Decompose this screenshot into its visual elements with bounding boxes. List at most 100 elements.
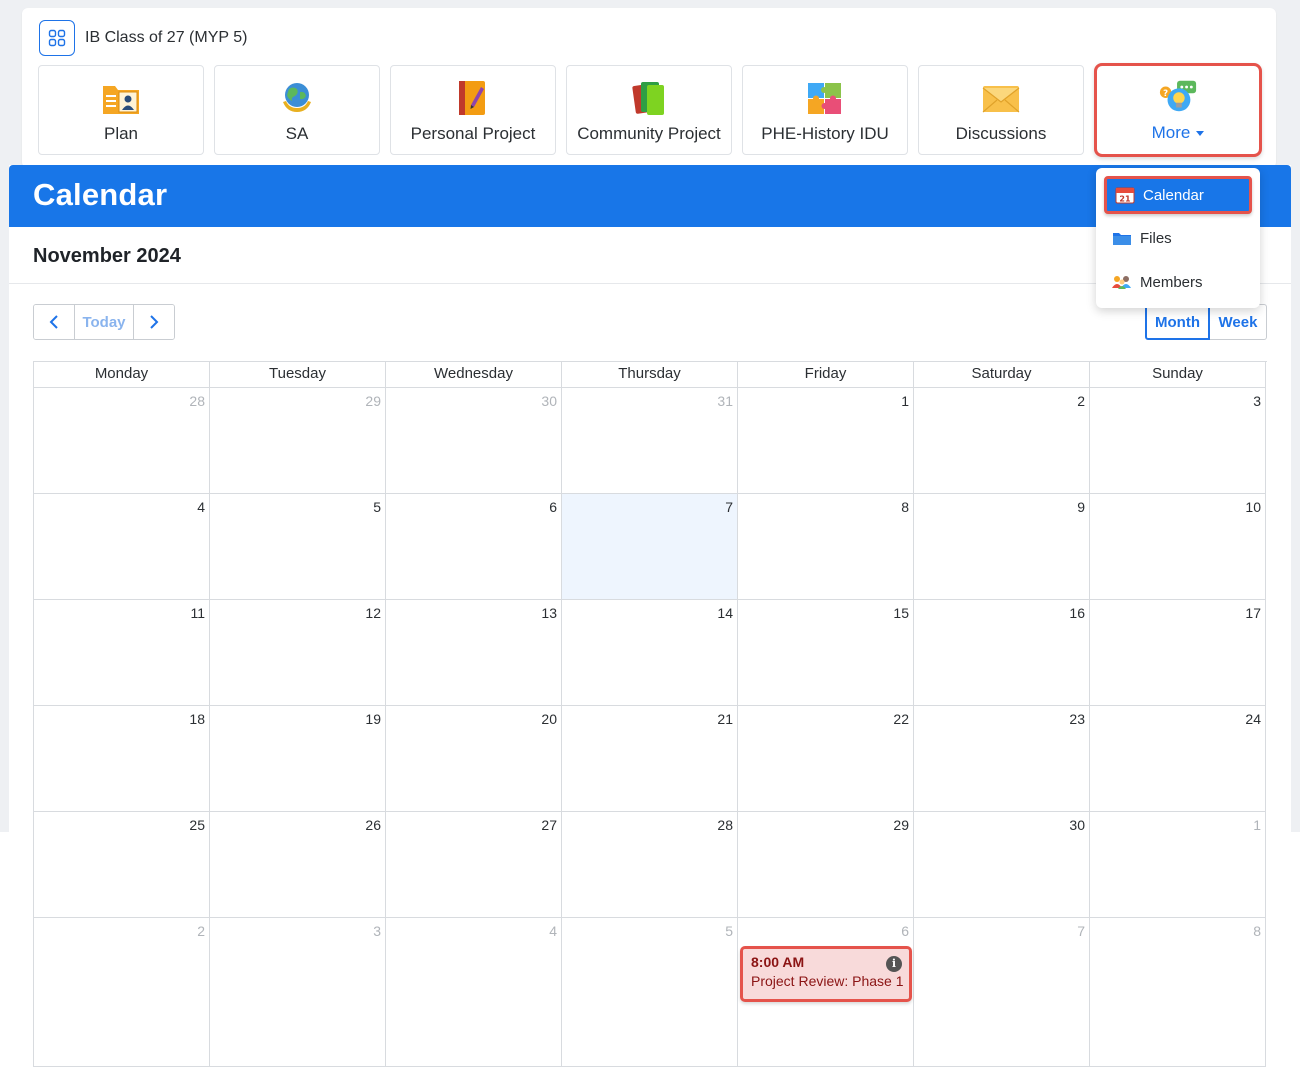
prev-month-button[interactable] [34,305,74,339]
day-number: 18 [189,711,205,727]
tab-personal-project[interactable]: Personal Project [390,65,556,155]
info-icon[interactable]: i [886,956,902,972]
day-cell[interactable]: 14 [562,600,738,706]
next-month-button[interactable] [134,305,174,339]
month-grid: Monday Tuesday Wednesday Thursday Friday… [33,361,1267,1067]
tab-sa[interactable]: SA [214,65,380,155]
dayname: Wednesday [386,362,562,388]
day-cell[interactable]: 16 [914,600,1090,706]
day-cell[interactable]: 22 [738,706,914,812]
menu-item-label: Calendar [1143,186,1204,204]
calendar-icon: 21 [1115,186,1135,204]
day-cell[interactable]: 31 [562,388,738,494]
day-cell[interactable]: 24 [1090,706,1266,812]
day-cell[interactable]: 29 [738,812,914,918]
day-cell[interactable]: 13 [386,600,562,706]
tab-discussions[interactable]: Discussions [918,65,1084,155]
plan-icon [101,78,141,118]
calendar-event[interactable]: 8:00 AM Project Review: Phase 1 i [740,946,912,1002]
menu-item-label: Members [1140,273,1203,291]
day-cell[interactable]: 7 [914,918,1090,1067]
month-view-button[interactable]: Month [1145,304,1210,340]
day-number: 8 [1253,923,1261,939]
day-number: 25 [189,817,205,833]
day-cell[interactable]: 6 8:00 AM Project Review: Phase 1 i [738,918,914,1067]
class-tabs: Plan SA Personal Project Community Proje… [38,63,1262,157]
day-cell[interactable]: 1 [1090,812,1266,918]
day-cell[interactable]: 2 [914,388,1090,494]
tab-label: Personal Project [410,124,536,143]
day-cell[interactable]: 4 [386,918,562,1067]
tab-community-project[interactable]: Community Project [566,65,732,155]
class-header-card: IB Class of 27 (MYP 5) Plan SA Personal … [22,8,1276,168]
day-number: 6 [549,499,557,515]
day-cell[interactable]: 8 [738,494,914,600]
day-cell[interactable]: 6 [386,494,562,600]
tab-label: More [1152,123,1205,143]
envelope-icon [981,78,1021,118]
today-button[interactable]: Today [74,305,134,339]
day-number: 29 [365,393,381,409]
day-cell[interactable]: 26 [210,812,386,918]
menu-item-members[interactable]: Members [1104,263,1252,301]
menu-item-files[interactable]: Files [1104,219,1252,257]
day-cell[interactable]: 28 [562,812,738,918]
day-cell[interactable]: 9 [914,494,1090,600]
day-number: 7 [725,499,733,515]
day-cell[interactable]: 19 [210,706,386,812]
day-cell[interactable]: 30 [386,388,562,494]
day-number: 29 [893,817,909,833]
day-cell[interactable]: 3 [210,918,386,1067]
day-cell[interactable]: 18 [34,706,210,812]
tab-phe-history-idu[interactable]: PHE-History IDU [742,65,908,155]
day-cell[interactable]: 20 [386,706,562,812]
day-number: 3 [373,923,381,939]
day-number: 9 [1077,499,1085,515]
day-cell[interactable]: 29 [210,388,386,494]
day-cell[interactable]: 2 [34,918,210,1067]
day-number: 5 [725,923,733,939]
day-cell[interactable]: 30 [914,812,1090,918]
day-number: 6 [901,923,909,939]
day-cell[interactable]: 8 [1090,918,1266,1067]
day-cell[interactable]: 12 [210,600,386,706]
puzzle-icon [805,78,845,118]
day-number: 8 [901,499,909,515]
tab-plan[interactable]: Plan [38,65,204,155]
day-cell-today[interactable]: 7 [562,494,738,600]
tab-more[interactable]: ? More [1094,63,1262,157]
svg-text:21: 21 [1119,195,1131,204]
menu-item-calendar[interactable]: 21 Calendar [1104,176,1252,214]
day-cell[interactable]: 10 [1090,494,1266,600]
day-number: 3 [1253,393,1261,409]
chevron-left-icon [49,315,58,329]
dayname: Saturday [914,362,1090,388]
day-cell[interactable]: 25 [34,812,210,918]
day-number: 2 [197,923,205,939]
day-number: 26 [365,817,381,833]
day-number: 24 [1245,711,1261,727]
day-cell[interactable]: 28 [34,388,210,494]
day-number: 7 [1077,923,1085,939]
day-cell[interactable]: 11 [34,600,210,706]
grid-apps-icon[interactable] [39,20,75,56]
week-row: 28 29 30 31 1 2 3 [34,388,1267,494]
dayname: Friday [738,362,914,388]
menu-item-label: Files [1140,229,1172,247]
week-view-button[interactable]: Week [1210,304,1267,340]
day-cell[interactable]: 27 [386,812,562,918]
day-cell[interactable]: 17 [1090,600,1266,706]
day-cell[interactable]: 23 [914,706,1090,812]
grid-header: Monday Tuesday Wednesday Thursday Friday… [34,362,1267,388]
day-cell[interactable]: 5 [210,494,386,600]
day-number: 4 [549,923,557,939]
day-cell[interactable]: 1 [738,388,914,494]
day-cell[interactable]: 21 [562,706,738,812]
day-cell[interactable]: 4 [34,494,210,600]
day-number: 15 [893,605,909,621]
day-cell[interactable]: 15 [738,600,914,706]
day-number: 1 [1253,817,1261,833]
day-number: 14 [717,605,733,621]
day-cell[interactable]: 3 [1090,388,1266,494]
day-cell[interactable]: 5 [562,918,738,1067]
